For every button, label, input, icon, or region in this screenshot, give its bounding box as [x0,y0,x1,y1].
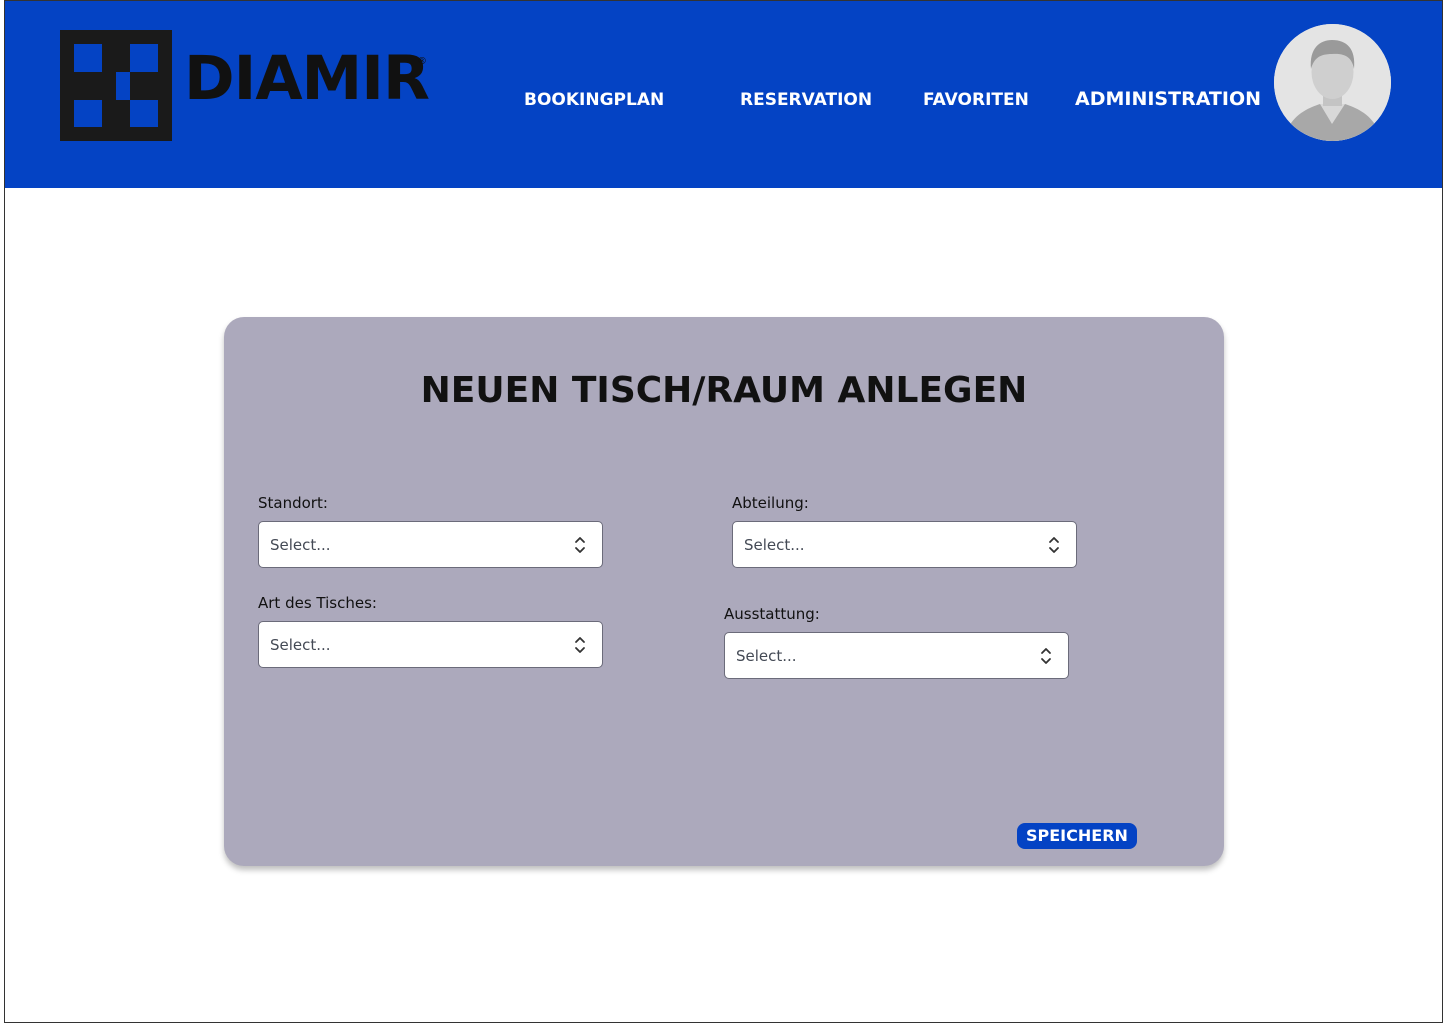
ausstattung-select[interactable]: Select... [724,632,1069,679]
select-chevrons-icon [575,637,585,653]
art-des-tisches-select[interactable]: Select... [258,621,603,668]
abteilung-placeholder: Select... [744,536,805,554]
standort-select[interactable]: Select... [258,521,603,568]
nav-reservation[interactable]: RESERVATION [740,88,872,112]
nav-administration[interactable]: ADMINISTRATION [1075,87,1261,111]
new-table-room-form: NEUEN TISCH/RAUM ANLEGEN Standort: Selec… [224,317,1224,866]
art-des-tisches-placeholder: Select... [270,636,331,654]
abteilung-label: Abteilung: [732,494,809,512]
diamir-logo[interactable]: DIAMIR ® [60,30,430,141]
select-chevrons-icon [575,537,585,553]
abteilung-select[interactable]: Select... [732,521,1077,568]
ausstattung-placeholder: Select... [736,647,797,665]
nav-favoriten[interactable]: FAVORITEN [923,88,1029,112]
user-avatar-icon [1274,24,1391,141]
top-navigation-bar: DIAMIR ® BOOKINGPLAN RESERVATION FAVORIT… [5,1,1442,188]
select-chevrons-icon [1041,648,1051,664]
app-window: DIAMIR ® BOOKINGPLAN RESERVATION FAVORIT… [4,0,1443,1023]
save-button[interactable]: SPEICHERN [1017,823,1137,849]
diamir-logo-mark-icon [60,30,172,141]
logo-wordmark: DIAMIR [184,43,430,114]
user-avatar[interactable] [1274,24,1391,141]
standort-placeholder: Select... [270,536,331,554]
ausstattung-label: Ausstattung: [724,605,820,623]
select-chevrons-icon [1049,537,1059,553]
art-des-tisches-label: Art des Tisches: [258,594,377,612]
form-title: NEUEN TISCH/RAUM ANLEGEN [420,370,1028,411]
nav-bookingplan[interactable]: BOOKINGPLAN [524,88,664,112]
standort-label: Standort: [258,494,328,512]
registered-mark: ® [417,56,427,67]
